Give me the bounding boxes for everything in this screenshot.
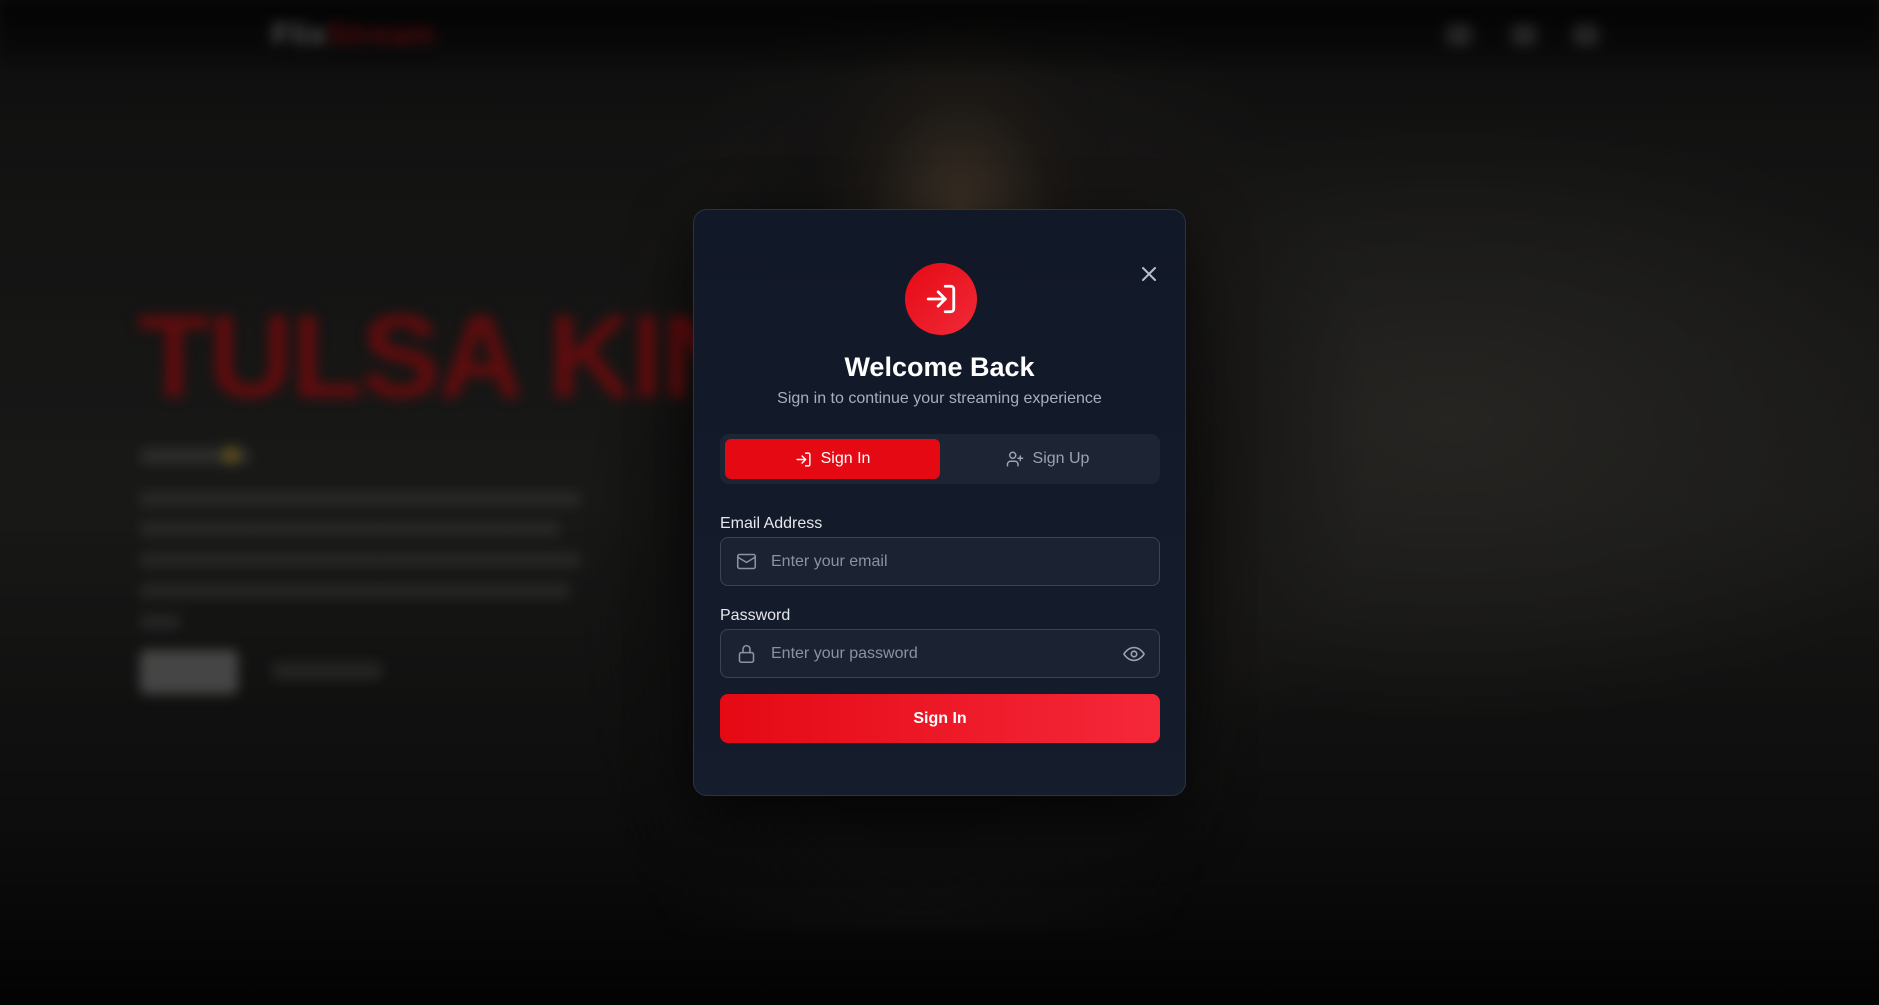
email-field[interactable] xyxy=(720,537,1160,586)
password-label: Password xyxy=(720,607,791,624)
sign-in-submit-button[interactable]: Sign In xyxy=(720,694,1160,743)
modal-title: Welcome Back xyxy=(844,352,1035,382)
tab-sign-up[interactable]: Sign Up xyxy=(940,439,1155,479)
user-plus-icon xyxy=(1006,451,1023,467)
modal-subtitle: Sign in to continue your streaming exper… xyxy=(777,390,1102,407)
auth-modal: Welcome Back Sign in to continue your st… xyxy=(693,209,1186,796)
eye-icon xyxy=(1123,646,1145,661)
close-icon xyxy=(1142,267,1156,281)
mail-icon xyxy=(735,551,757,573)
email-input[interactable] xyxy=(769,538,1159,585)
password-input[interactable] xyxy=(769,630,1121,677)
email-label: Email Address xyxy=(720,515,823,532)
tab-sign-in-label: Sign In xyxy=(820,450,871,467)
lock-icon xyxy=(735,643,757,665)
header-badge xyxy=(905,263,977,335)
password-field[interactable] xyxy=(720,629,1160,678)
close-button[interactable] xyxy=(1137,262,1161,286)
tab-sign-in[interactable]: Sign In xyxy=(725,439,940,479)
tab-sign-up-label: Sign Up xyxy=(1032,450,1090,467)
sign-in-icon xyxy=(796,451,811,467)
sign-in-icon xyxy=(926,284,956,314)
auth-tabs: Sign In Sign Up xyxy=(720,434,1160,484)
password-visibility-toggle[interactable] xyxy=(1121,641,1147,667)
